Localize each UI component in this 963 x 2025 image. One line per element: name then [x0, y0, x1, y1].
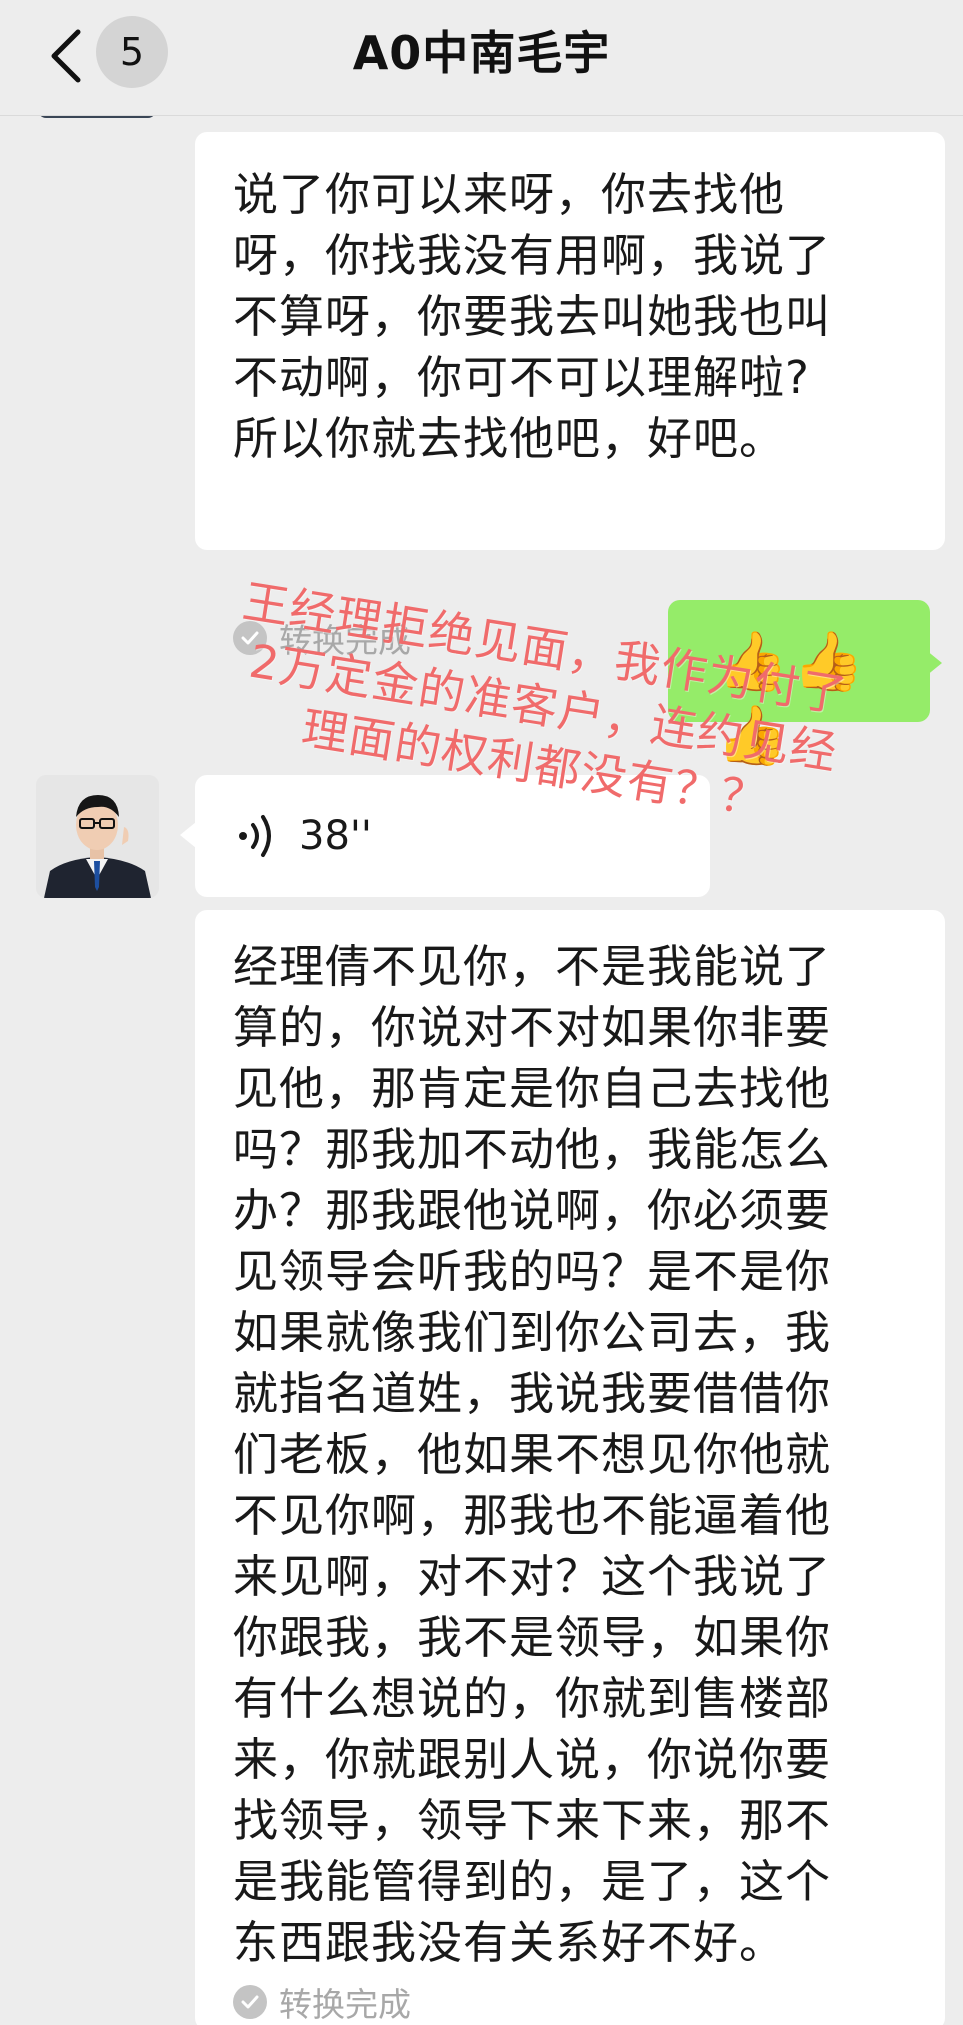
chat-header: 5 A0中南毛宇 [0, 0, 963, 116]
voice-duration: 38'' [299, 813, 372, 859]
conversion-status: 转换完成 [233, 1978, 411, 2025]
contact-avatar[interactable] [36, 775, 159, 898]
voice-transcript-bubble[interactable]: 经理倩不见你，不是我能说了 算的，你说对不对如果你非要 见他，那肯定是你自己去找… [195, 910, 945, 2025]
voice-wave-icon [239, 815, 271, 857]
transcript-text: 经理倩不见你，不是我能说了 算的，你说对不对如果你非要 见他，那肯定是你自己去找… [233, 940, 832, 1969]
sent-bubble-tail [926, 650, 942, 676]
transcript-text: 说了你可以来呀，你去找他 呀，你找我没有用啊，我说了 不算呀，你要我去叫她我也叫… [233, 168, 832, 465]
check-circle-icon [233, 1985, 267, 2019]
voice-transcript-bubble[interactable]: 说了你可以来呀，你去找他 呀，你找我没有用啊，我说了 不算呀，你要我去叫她我也叫… [195, 132, 945, 660]
conversion-status-label: 转换完成 [279, 1985, 411, 2024]
chat-title: A0中南毛宇 [352, 26, 611, 80]
received-bubble-tail [180, 822, 196, 848]
